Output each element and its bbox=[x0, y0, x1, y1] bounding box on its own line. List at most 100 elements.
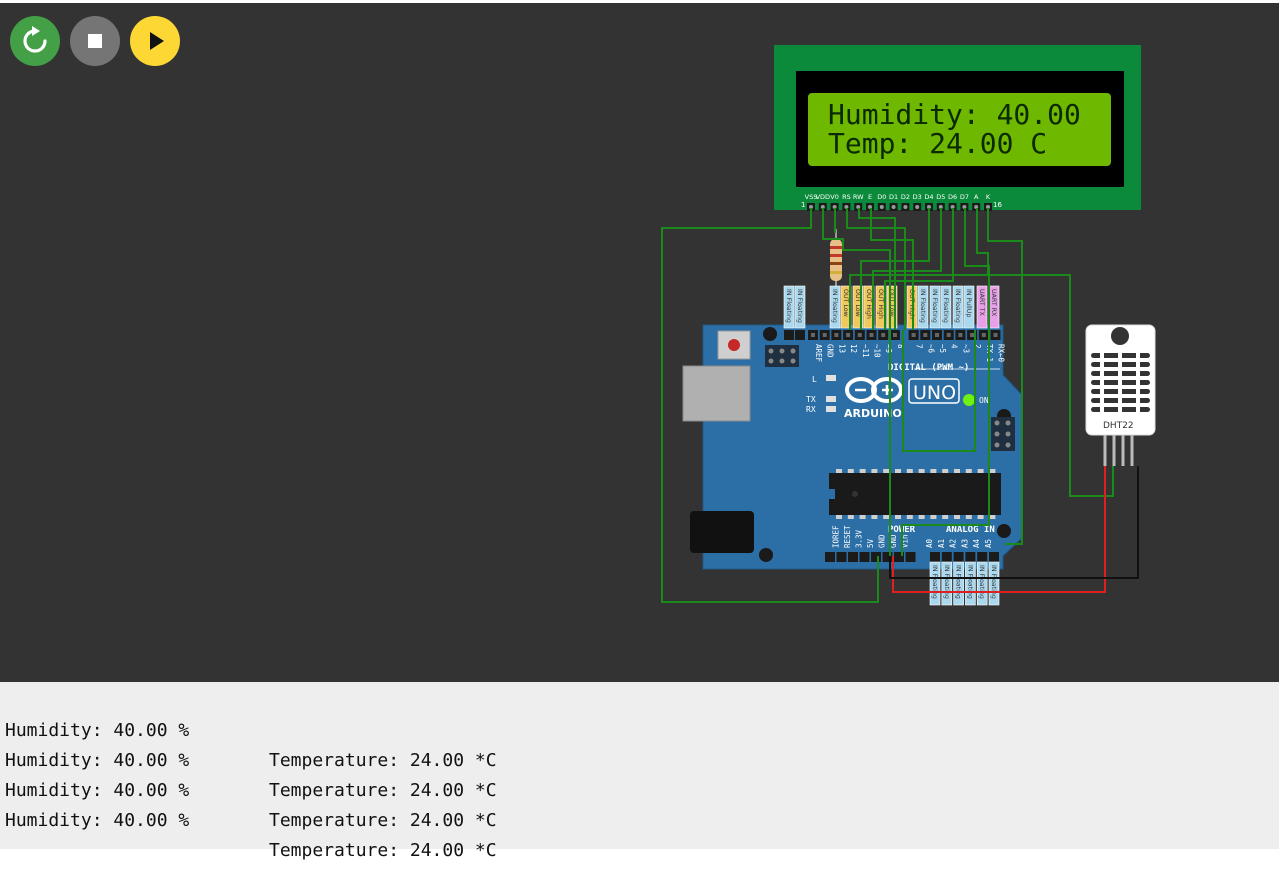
dht22-sensor[interactable]: DHT22 bbox=[1085, 324, 1156, 466]
chip-pin bbox=[977, 469, 984, 473]
reset-button-cap[interactable] bbox=[728, 339, 740, 351]
digital-pin-label: AREF bbox=[814, 344, 823, 363]
header-pin-analog[interactable] bbox=[941, 552, 952, 562]
header-pin-power[interactable] bbox=[871, 552, 881, 562]
dht22-grille-bar bbox=[1100, 351, 1104, 414]
header-pin-power[interactable] bbox=[905, 552, 916, 562]
header-pin-analog[interactable] bbox=[965, 552, 976, 562]
pin-state-tags-digital: IN Floating IN Floating IN Floating OUT Low… bbox=[783, 285, 1000, 329]
chip-pin bbox=[847, 515, 854, 519]
header-pin-power[interactable] bbox=[836, 552, 847, 562]
mounting-hole bbox=[763, 327, 777, 341]
chip-pin bbox=[836, 469, 842, 473]
chip-pin bbox=[895, 469, 901, 473]
lcd-pin-label: D5 bbox=[936, 193, 945, 201]
header-pin-extra[interactable] bbox=[784, 330, 794, 340]
pin-state-tag-label: IN Floating bbox=[796, 289, 803, 323]
chip-pin bbox=[906, 469, 913, 473]
header-pin-hole bbox=[881, 333, 886, 337]
serial-temperature: Temperature: 24.00 *C bbox=[269, 810, 497, 831]
chip-pin bbox=[942, 515, 949, 519]
icsp-header-2 bbox=[991, 417, 1015, 451]
header-pin-hole bbox=[981, 333, 986, 337]
digital-pin-label: RX←0 bbox=[997, 344, 1006, 363]
serial-line: Humidity: 40.00 % Temperature: 24.00 *C bbox=[5, 776, 497, 861]
analog-pin-label: A2 bbox=[949, 539, 958, 548]
header-pin-analog[interactable] bbox=[989, 552, 999, 562]
header-pin-power[interactable] bbox=[825, 552, 835, 562]
lcd-pin-first: 1 bbox=[801, 201, 805, 209]
dht22-mount-hole bbox=[1111, 327, 1129, 345]
lcd-pin-label: VDD bbox=[816, 193, 830, 201]
lcd-pin-labels: VSSVDD V0 RS RW E D0 D1 D2 D3 D4 D5 D6 D7 A K bbox=[805, 193, 991, 201]
chip-pin bbox=[977, 515, 984, 519]
pin-state-tag-label: IN Floating bbox=[955, 565, 962, 599]
digital-pin-label: ~10 bbox=[873, 344, 882, 358]
digital-pin-label: 13 bbox=[837, 344, 846, 353]
power-pin-label: 3.3V bbox=[855, 529, 864, 548]
lcd-pin-label: D2 bbox=[901, 193, 910, 201]
mounting-hole bbox=[997, 524, 1011, 538]
pin-state-tag-label: UART TX bbox=[978, 289, 985, 317]
header-pin-hole bbox=[946, 333, 951, 337]
led-tx bbox=[826, 396, 836, 402]
lcd-line-2: Temp: 24.00 C bbox=[828, 127, 1047, 160]
lcd-pin-label: D4 bbox=[924, 193, 933, 201]
chip-pin bbox=[965, 515, 972, 519]
digital-pin-label: 7 bbox=[915, 344, 924, 349]
digital-label: DIGITAL (PWM ~) bbox=[888, 363, 969, 373]
power-pin-label: GND bbox=[878, 534, 887, 548]
serial-monitor[interactable]: Humidity: 40.00 % Temperature: 24.00 *C … bbox=[0, 682, 1279, 861]
header-pin-extra[interactable] bbox=[795, 330, 805, 340]
header-pin-hole bbox=[811, 333, 815, 337]
serial-line: Humidity: 40.00 % Temperature: 24.00 *C bbox=[5, 716, 497, 801]
pin-state-tag-label: IN PullUp bbox=[965, 289, 972, 317]
chip-pin bbox=[930, 515, 937, 519]
lcd-pin-label: RS bbox=[842, 193, 851, 201]
power-pin-label: RESET bbox=[843, 525, 852, 548]
header-pin-hole bbox=[892, 333, 897, 337]
chip-pin bbox=[906, 515, 913, 519]
analog-label: ANALOG IN bbox=[946, 525, 995, 535]
simulation-canvas[interactable]: Humidity: 40.00 Temp: 24.00 C VSS VDD V0 RS… bbox=[0, 3, 1279, 682]
pin-state-tag-label: IN Floating bbox=[931, 565, 938, 599]
header-pin-hole bbox=[923, 333, 928, 337]
serial-humidity: Humidity: 40.00 % bbox=[5, 810, 190, 831]
lcd-pin-label: D1 bbox=[889, 193, 898, 201]
chip-pin bbox=[965, 469, 972, 473]
lcd-pin-contact bbox=[891, 205, 896, 209]
chip-pin bbox=[847, 469, 854, 473]
chip-pin bbox=[883, 515, 890, 519]
arduino-uno-board[interactable]: L TX RX ON ARDUINO UNO DIGITAL (PWM ~) P… bbox=[682, 324, 1023, 570]
mounting-hole bbox=[759, 548, 773, 562]
digital-pin-label: ~3 bbox=[961, 344, 970, 353]
pin-state-tag-label: IN Floating bbox=[831, 289, 838, 323]
pin-state-tag-label: IN Floating bbox=[954, 289, 961, 323]
header-pin-analog[interactable] bbox=[930, 552, 940, 562]
header-pin-power[interactable] bbox=[848, 552, 858, 562]
digital-pin-label: ~5 bbox=[938, 344, 947, 353]
digital-pin-label: GND bbox=[826, 344, 835, 358]
chip-pin bbox=[871, 469, 878, 473]
led-l-label: L bbox=[812, 375, 817, 384]
header-pin-hole bbox=[857, 333, 862, 337]
lcd-pin-contact bbox=[879, 205, 884, 209]
header-pin-analog[interactable] bbox=[977, 552, 988, 562]
pin-state-tag-label: IN Floating bbox=[943, 565, 950, 599]
header-pin-hole bbox=[869, 333, 874, 337]
header-pin-hole bbox=[958, 333, 963, 337]
chip-pin bbox=[883, 469, 890, 473]
analog-pin-label: A1 bbox=[937, 539, 946, 548]
dht22-label: DHT22 bbox=[1103, 421, 1134, 431]
pin-state-tag-label: OUT Low bbox=[842, 289, 849, 317]
lcd-pin-label: V0 bbox=[830, 193, 839, 201]
lcd-display[interactable]: Humidity: 40.00 Temp: 24.00 C VSSVDD V0 RS… bbox=[774, 45, 1141, 211]
lcd-pin-label: E bbox=[868, 193, 872, 201]
power-pin-label: 5V bbox=[866, 538, 875, 548]
lcd-pin-contact bbox=[915, 205, 920, 209]
header-pin-hole bbox=[911, 333, 916, 337]
header-pin-power[interactable] bbox=[859, 552, 870, 562]
lcd-pin-label: A bbox=[974, 193, 979, 201]
led-on bbox=[963, 394, 975, 406]
header-pin-analog[interactable] bbox=[953, 552, 964, 562]
